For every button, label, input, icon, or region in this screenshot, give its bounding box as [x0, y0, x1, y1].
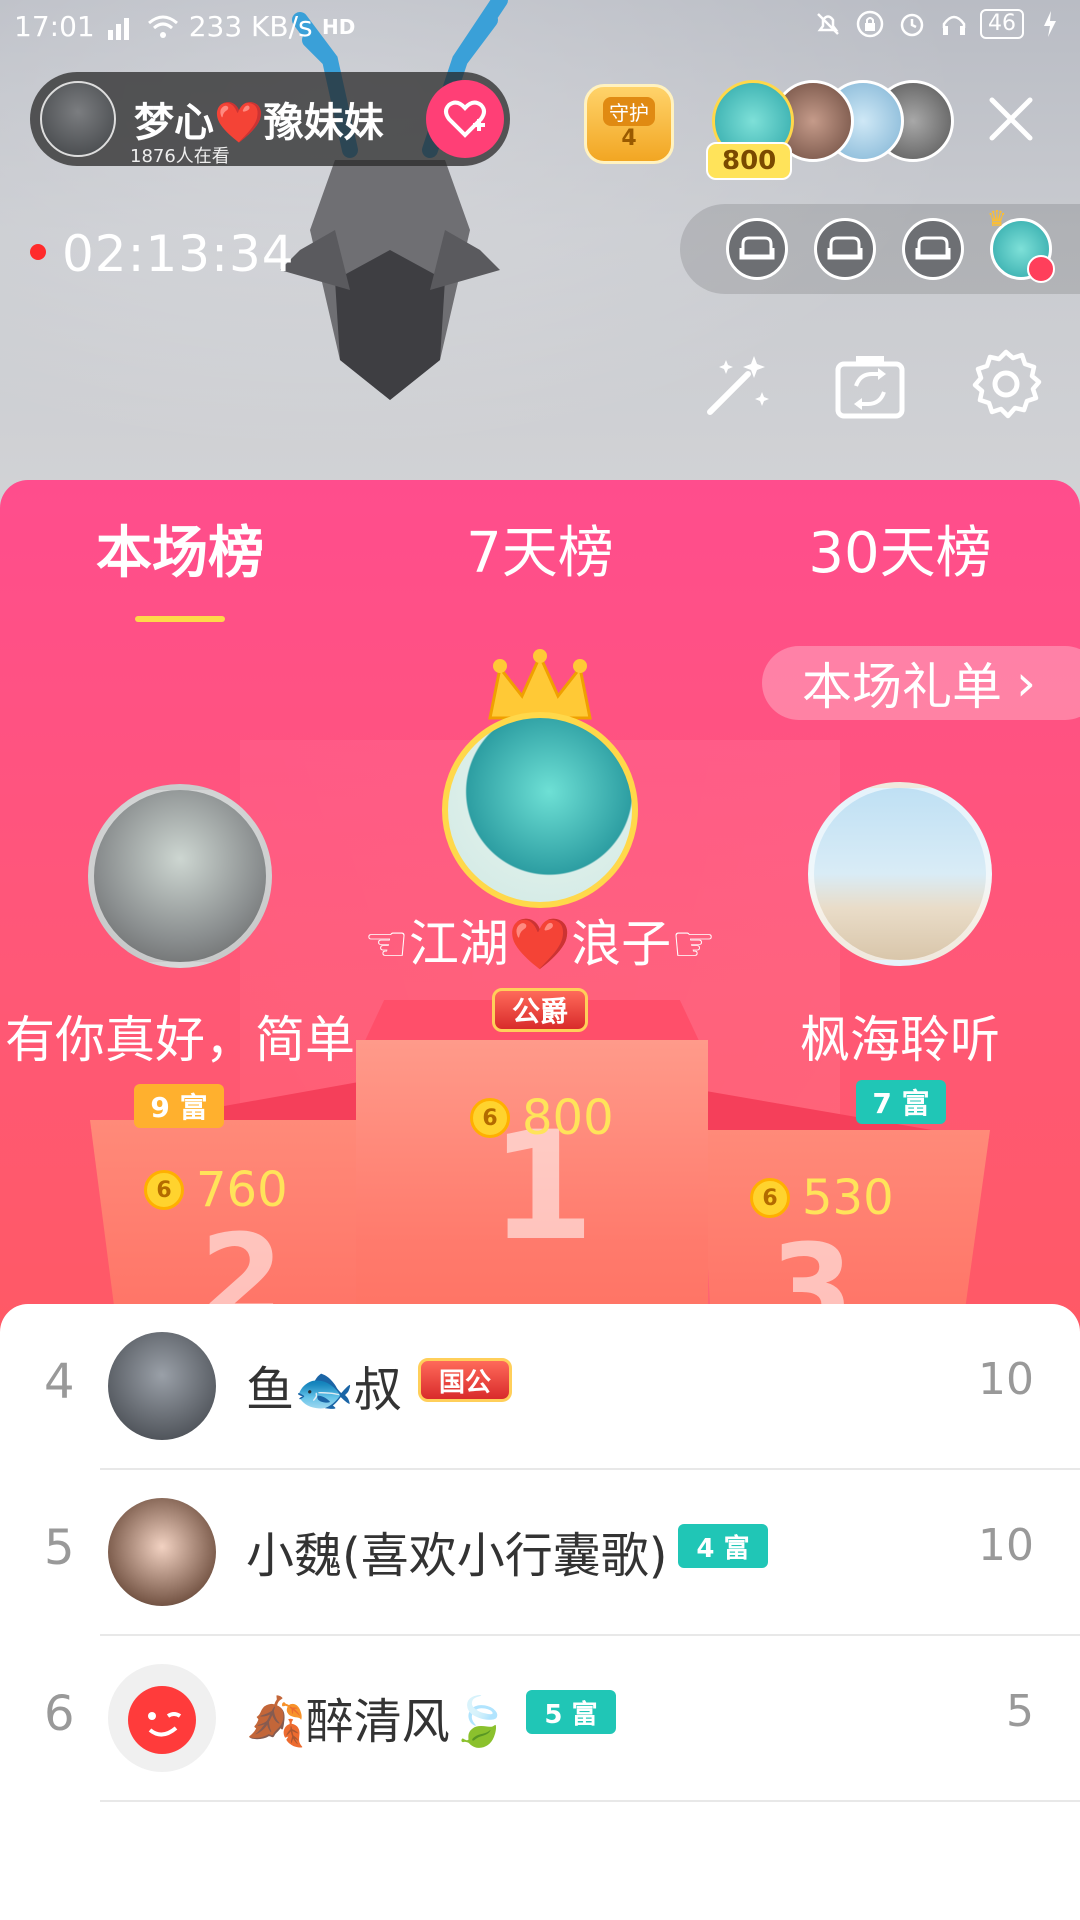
third-place-coin-value: 530	[802, 1170, 894, 1226]
headphones-icon	[938, 8, 970, 40]
live-dot	[30, 244, 46, 260]
third-place-avatar[interactable]	[808, 782, 992, 966]
list-item[interactable]: 5 小魏(喜欢小行囊歌) 4 富 10	[0, 1470, 1080, 1636]
list-avatar[interactable]	[108, 1498, 216, 1606]
list-rank: 4	[44, 1354, 75, 1410]
hd-icon: HD	[321, 14, 356, 39]
empty-seat[interactable]	[814, 218, 876, 280]
seat-chair-badge	[1027, 255, 1055, 283]
ranking-tabs: 本场榜 7天榜 30天榜	[0, 508, 1080, 622]
list-avatar[interactable]	[108, 1664, 216, 1772]
occupied-seat[interactable]: ♛	[987, 207, 1055, 283]
third-place-coins: 6 530	[750, 1170, 894, 1226]
coin-icon: 6	[470, 1098, 510, 1138]
second-place-name[interactable]: 有你真好，简单	[0, 1000, 360, 1072]
lock-icon	[854, 8, 886, 40]
live-timer: 02:13:34	[62, 225, 295, 283]
battery-indicator: 46	[980, 9, 1024, 39]
empty-seat[interactable]	[726, 218, 788, 280]
chevron-right-icon: ›	[1016, 654, 1036, 712]
guard-badge[interactable]: 守护 4	[584, 84, 674, 164]
second-place-coin-value: 760	[196, 1162, 288, 1218]
switch-camera-icon[interactable]	[830, 346, 910, 426]
empty-seat[interactable]	[902, 218, 964, 280]
sofa-icon	[739, 236, 775, 260]
list-name: 小魏(喜欢小行囊歌)	[246, 1528, 668, 1584]
charging-icon	[1034, 8, 1066, 40]
list-rank: 6	[44, 1686, 75, 1742]
list-rank: 5	[44, 1520, 75, 1576]
list-score: 5	[1006, 1686, 1034, 1737]
seat-row: ♛	[680, 204, 1080, 294]
crown-icon: ♛	[987, 207, 1007, 232]
wink-face-icon	[128, 1686, 196, 1754]
host-avatar[interactable]	[40, 81, 116, 157]
settings-gear-icon[interactable]	[966, 346, 1046, 426]
list-wealth-badge: 5 富	[526, 1690, 616, 1734]
status-left: 17:01 233 KB/s HD	[14, 10, 355, 43]
list-name: 🍂醉清风🍃	[246, 1694, 510, 1750]
list-wealth-badge: 4 富	[678, 1524, 768, 1568]
first-place-coin-value: 800	[522, 1090, 614, 1146]
heart-plus-icon	[444, 100, 486, 138]
first-place-name[interactable]: ☜江湖❤️浪子☞	[340, 904, 740, 976]
coin-icon: 6	[144, 1170, 184, 1210]
wifi-icon	[147, 11, 179, 43]
guard-label: 守护	[603, 97, 655, 126]
top-viewer-score: 800	[706, 142, 793, 180]
active-tab-indicator	[135, 616, 225, 622]
magic-wand-icon[interactable]	[696, 346, 776, 426]
close-icon[interactable]	[986, 94, 1036, 144]
tab-current-show[interactable]: 本场榜	[90, 508, 270, 589]
guard-count: 4	[621, 126, 637, 151]
list-item[interactable]: 4 鱼🐟叔 国公 10	[0, 1304, 1080, 1470]
sofa-icon	[827, 236, 863, 260]
sofa-icon	[915, 236, 951, 260]
coin-icon: 6	[750, 1178, 790, 1218]
first-place-rank-badge: 公爵	[492, 988, 588, 1032]
list-score: 10	[978, 1354, 1034, 1405]
host-name: 梦心❤️豫妹妹	[134, 100, 384, 146]
second-place-wealth-badge: 9 富	[134, 1084, 224, 1128]
list-name: 鱼🐟叔	[246, 1362, 402, 1418]
status-bar: 17:01 233 KB/s HD 46	[0, 0, 1080, 56]
third-place-name[interactable]: 枫海聆听	[720, 1000, 1080, 1072]
ranking-list: 4 鱼🐟叔 国公 10 5 小魏(喜欢小行囊歌) 4 富 10 6 🍂醉清风🍃 …	[0, 1304, 1080, 1920]
tab-7-days[interactable]: 7天榜	[440, 508, 640, 589]
status-time: 17:01	[14, 10, 95, 43]
divider	[100, 1800, 1080, 1802]
viewer-count-text: 1876人在看	[130, 146, 230, 164]
list-score: 10	[978, 1520, 1034, 1571]
list-rank-badge: 国公	[418, 1358, 512, 1402]
alarm-icon	[896, 8, 928, 40]
gift-list-label: 本场礼单	[802, 658, 1002, 716]
second-place-avatar[interactable]	[88, 784, 272, 968]
signal-icon	[105, 11, 137, 43]
first-place-avatar[interactable]	[442, 712, 638, 908]
first-place-coins: 6 800	[470, 1090, 614, 1146]
mute-bell-icon	[812, 8, 844, 40]
third-place-wealth-badge: 7 富	[856, 1080, 946, 1124]
top-viewers[interactable]: 800	[706, 80, 954, 180]
follow-button[interactable]	[426, 80, 504, 158]
tab-30-days[interactable]: 30天榜	[790, 508, 1010, 589]
list-item[interactable]: 6 🍂醉清风🍃 5 富 5	[0, 1636, 1080, 1802]
network-speed: 233 KB/s	[188, 10, 313, 43]
status-right: 46	[812, 8, 1066, 40]
list-avatar[interactable]	[108, 1332, 216, 1440]
host-info-pill[interactable]: 梦心❤️豫妹妹 1876人在看	[30, 72, 510, 166]
gift-list-button[interactable]: 本场礼单 ›	[762, 646, 1080, 720]
second-place-coins: 6 760	[144, 1162, 288, 1218]
